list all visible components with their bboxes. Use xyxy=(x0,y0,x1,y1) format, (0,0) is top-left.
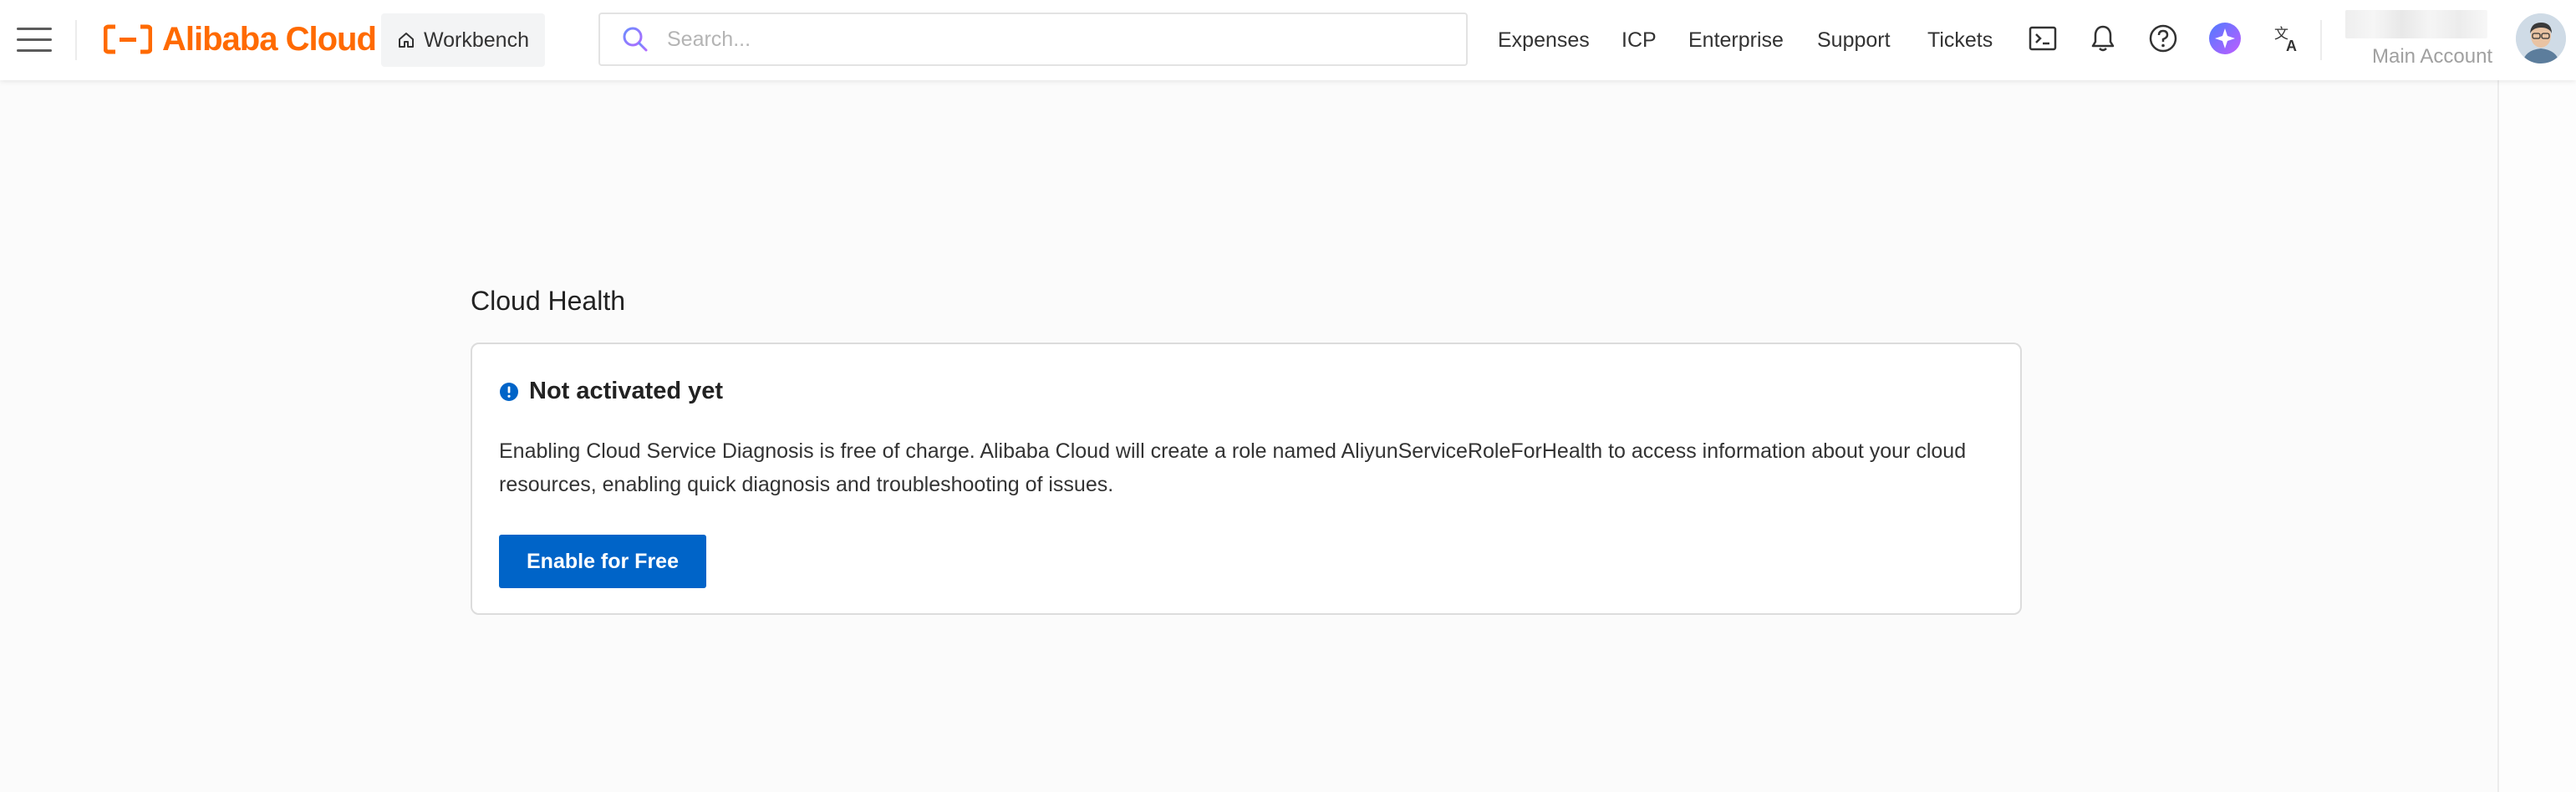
menu-icon[interactable] xyxy=(17,20,55,58)
workbench-label: Workbench xyxy=(424,28,529,52)
account-label: Main Account xyxy=(2372,45,2493,68)
help-icon[interactable] xyxy=(2146,22,2180,55)
enable-for-free-button[interactable]: Enable for Free xyxy=(499,535,706,588)
brand-name: Alibaba Cloud xyxy=(162,20,377,58)
nav-icp[interactable]: ICP xyxy=(1621,0,1657,80)
language-icon[interactable]: 文 A xyxy=(2272,22,2305,55)
account-id-redacted xyxy=(2345,10,2487,38)
divider xyxy=(2320,20,2322,60)
avatar[interactable] xyxy=(2516,13,2566,63)
right-side-panel xyxy=(2497,80,2576,792)
nav-support[interactable]: Support xyxy=(1817,0,1891,80)
divider xyxy=(75,20,77,60)
top-navigation-bar: Alibaba Cloud Workbench Expenses ICP Ent… xyxy=(0,0,2576,80)
bell-icon[interactable] xyxy=(2086,22,2120,55)
terminal-icon[interactable] xyxy=(2026,22,2059,55)
search-box[interactable] xyxy=(598,13,1468,66)
nav-expenses[interactable]: Expenses xyxy=(1498,0,1590,80)
card-heading: Not activated yet xyxy=(499,378,723,405)
nav-enterprise[interactable]: Enterprise xyxy=(1688,0,1784,80)
page-title: Cloud Health xyxy=(471,286,625,316)
status-heading: Not activated yet xyxy=(529,378,724,404)
workbench-button[interactable]: Workbench xyxy=(381,13,545,67)
search-icon xyxy=(623,27,648,52)
svg-text:A: A xyxy=(2286,38,2297,53)
activation-card: Not activated yet Enabling Cloud Service… xyxy=(471,343,2022,615)
nav-tickets[interactable]: Tickets xyxy=(1927,0,1993,80)
alibaba-cloud-logo[interactable]: Alibaba Cloud xyxy=(104,20,377,58)
logo-mark-icon xyxy=(104,24,152,54)
home-icon xyxy=(399,33,414,48)
info-icon xyxy=(500,382,518,401)
ai-assistant-icon[interactable] xyxy=(2208,22,2242,55)
card-description: Enabling Cloud Service Diagnosis is free… xyxy=(499,439,1967,496)
search-input[interactable] xyxy=(667,27,1419,52)
